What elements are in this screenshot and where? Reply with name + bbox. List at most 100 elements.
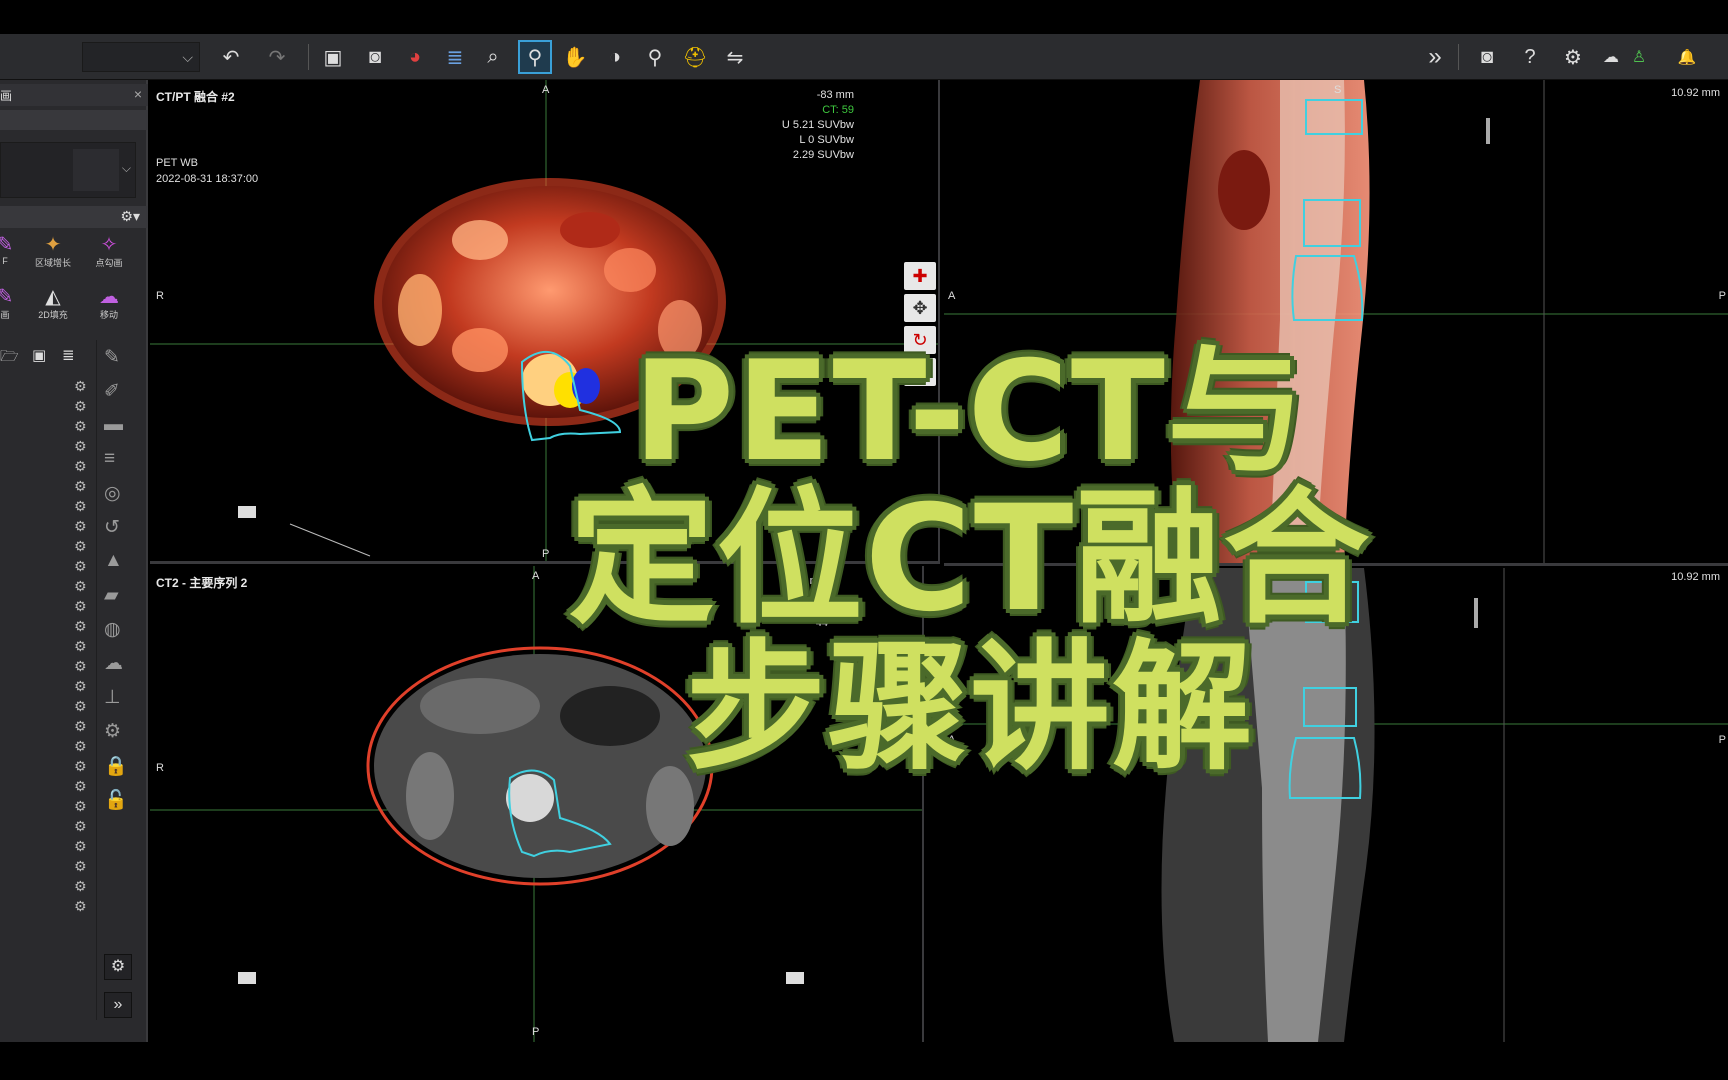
structure-settings-gear-icon[interactable]: ⚙ [74, 738, 87, 755]
panel-divider [96, 340, 97, 1020]
side-tool-icon[interactable]: ▬ [104, 414, 123, 436]
structure-settings-gear-icon[interactable]: ⚙ [74, 898, 87, 915]
structure-settings-gear-icon[interactable]: ⚙ [74, 598, 87, 615]
side-tool-icon[interactable]: ✐ [104, 380, 120, 403]
side-tool-icon[interactable]: ▲ [104, 550, 123, 572]
fill-2d-tool[interactable]: ◭ 2D填充 [28, 286, 78, 321]
fusion-icon[interactable]: ◕ [400, 42, 430, 72]
structure-settings-gear-icon[interactable]: ⚙ [74, 438, 87, 455]
side-tool-icon[interactable]: 🔓 [104, 788, 128, 812]
layers-icon[interactable]: ≣ [440, 42, 470, 72]
gear-icon[interactable]: ⚙▾ [120, 208, 140, 225]
slice-thickness: 10.92 mm [1671, 571, 1720, 583]
redo-icon[interactable]: ↷ [262, 42, 292, 72]
settings-button[interactable]: ⚙ [104, 954, 132, 980]
open-folder-icon[interactable]: 🗁 [0, 346, 19, 371]
structure-settings-gear-icon[interactable]: ⚙ [74, 538, 87, 555]
camera-icon[interactable]: ◙ [360, 42, 390, 72]
structure-settings-gear-icon[interactable]: ⚙ [74, 398, 87, 415]
structure-settings-gear-icon[interactable]: ⚙ [74, 498, 87, 515]
notification-icon[interactable]: 🔔 [1672, 42, 1702, 72]
panel-title: 画 [0, 89, 13, 103]
screenshot-icon[interactable]: ◙ [1472, 42, 1502, 72]
headline-line-2: 定位CT融合 [568, 474, 1372, 644]
structure-settings-gear-icon[interactable]: ⚙ [74, 878, 87, 895]
structure-settings-gear-icon[interactable]: ⚙ [74, 698, 87, 715]
structure-settings-gear-icon[interactable]: ⚙ [74, 378, 87, 395]
point-contour-tool[interactable]: ✧ 点勾画 [84, 234, 134, 269]
panel-subheader [0, 110, 148, 130]
structure-settings-gear-icon[interactable]: ⚙ [74, 478, 87, 495]
link-icon[interactable]: ⇋ [720, 42, 750, 72]
save-icon[interactable]: ▣ [318, 42, 348, 72]
side-tool-icon[interactable]: ☁ [104, 652, 123, 675]
headline-line-1: PET-CT与 [633, 331, 1307, 492]
contrast-icon[interactable]: ◑ [600, 42, 630, 72]
suv-value: 2.29 SUVbw [792, 149, 854, 161]
structure-settings-gear-icon[interactable]: ⚙ [74, 418, 87, 435]
orientation-right: P [1718, 290, 1726, 302]
region-grow-tool[interactable]: ✦ 区域增长 [28, 234, 78, 269]
structure-settings-gear-icon[interactable]: ⚙ [74, 458, 87, 475]
add-icon[interactable]: ✚ [904, 262, 936, 290]
structure-file-bar: 🗁 ▣ ≣ [0, 344, 100, 370]
undo-icon[interactable]: ↶ [216, 42, 246, 72]
structure-settings-gear-icon[interactable]: ⚙ [74, 638, 87, 655]
structure-settings-gear-icon[interactable]: ⚙ [74, 578, 87, 595]
side-tool-icon[interactable]: ▰ [104, 584, 119, 607]
user-icon[interactable]: ♙ [1624, 42, 1654, 72]
structure-settings-gear-icon[interactable]: ⚙ [74, 618, 87, 635]
side-tool-icon[interactable]: ✎ [104, 346, 120, 369]
orientation-right: P [1718, 734, 1726, 746]
side-tool-icon[interactable]: ◎ [104, 482, 121, 505]
structure-settings-gear-icon[interactable]: ⚙ [74, 818, 87, 835]
side-tool-icon[interactable]: ◍ [104, 618, 121, 641]
magnify-hand-icon[interactable]: ⚲ [518, 40, 552, 74]
settings-icon[interactable]: ⚙ [1558, 42, 1588, 72]
expand-icon[interactable]: » [1420, 42, 1450, 72]
move-icon[interactable]: ✥ [904, 294, 936, 322]
structure-settings-gear-icon[interactable]: ⚙ [74, 658, 87, 675]
toolbar-separator [1458, 44, 1459, 70]
move-tool[interactable]: ☁ 移动 [84, 286, 134, 321]
structure-settings-gear-icon[interactable]: ⚙ [74, 858, 87, 875]
pan-hand-icon[interactable]: ✋ [560, 42, 590, 72]
suv-lower: L 0 SUVbw [799, 134, 854, 146]
video-title-overlay: PET-CT与 定位CT融合 步骤讲解 [540, 340, 1400, 784]
structure-settings-gear-icon[interactable]: ⚙ [74, 838, 87, 855]
expand-panel-button[interactable]: » [104, 992, 132, 1018]
save-icon[interactable]: ▣ [32, 346, 46, 364]
helmet-icon[interactable]: ⛑ [680, 42, 710, 72]
structure-settings-gear-icon[interactable]: ⚙ [74, 558, 87, 575]
pen-icon: ✎ [0, 286, 14, 308]
structure-settings-gear-icon[interactable]: ⚙ [74, 778, 87, 795]
structure-combo[interactable]: ⌵ [0, 142, 136, 198]
side-tool-icon[interactable]: ↺ [104, 516, 120, 539]
zoom-icon[interactable]: ⌕ [478, 42, 508, 72]
side-tool-icon[interactable]: ⊥ [104, 686, 121, 709]
orientation-left: A [948, 290, 956, 302]
tool-label: 区域增长 [34, 258, 71, 268]
structure-settings-gear-icon[interactable]: ⚙ [74, 758, 87, 775]
side-tool-icon[interactable]: ≡ [104, 448, 115, 470]
brush-tool[interactable]: ✎ F [0, 234, 30, 266]
import-icon[interactable]: ≣ [62, 346, 75, 364]
tool-label: 移动 [99, 310, 118, 320]
help-icon[interactable]: ? [1515, 42, 1545, 72]
layout-dropdown[interactable]: ⌵ [82, 42, 200, 72]
close-icon[interactable]: × [134, 86, 142, 102]
structure-combo-field[interactable] [73, 149, 119, 191]
structure-settings-gear-icon[interactable]: ⚙ [74, 798, 87, 815]
toolbar-separator [308, 44, 309, 70]
structure-settings-gear-icon[interactable]: ⚙ [74, 718, 87, 735]
tool-label: 2D填充 [38, 310, 68, 320]
viewport-title: CT2 - 主要序列 2 [156, 576, 248, 590]
draw-tool[interactable]: ✎ 画 [0, 286, 30, 321]
side-tool-icon[interactable]: 🔒 [104, 754, 128, 778]
search-list-icon[interactable]: ⚲ [640, 42, 670, 72]
structure-settings-gear-icon[interactable]: ⚙ [74, 518, 87, 535]
side-tool-icon[interactable]: ⚙ [104, 720, 121, 743]
structure-settings-gear-icon[interactable]: ⚙ [74, 678, 87, 695]
cloud-icon[interactable]: ☁ [1596, 42, 1626, 72]
fill-icon: ◭ [45, 286, 61, 308]
